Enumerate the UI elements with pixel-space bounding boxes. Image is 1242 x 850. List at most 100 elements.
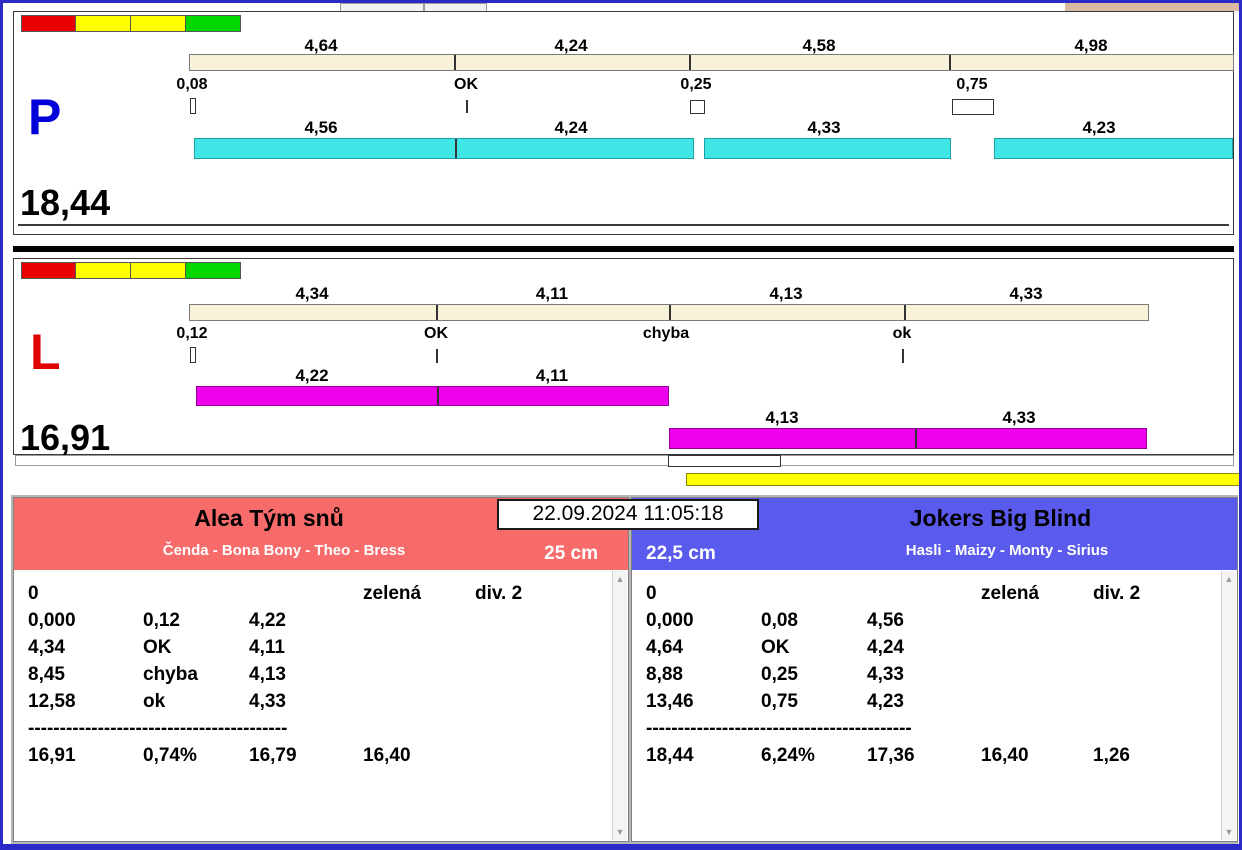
p-change-marker-label: OK — [454, 76, 478, 93]
result-row: 8,45 chyba 4,13 — [28, 664, 610, 691]
result-cell: div. 2 — [475, 583, 523, 604]
result-cell: 17,36 — [867, 745, 915, 766]
result-total-row: 18,44 6,24% 17,36 16,40 1,26 — [646, 745, 1219, 772]
result-cell — [1093, 610, 1219, 637]
result-cell: 4,22 — [249, 610, 286, 631]
p-early-change-box — [690, 100, 705, 114]
p-dog-run-bar — [194, 138, 694, 159]
l-split-time-label: 4,11 — [535, 284, 569, 303]
segment-divider — [436, 305, 438, 320]
result-row: 0 zelená div. 2 — [28, 583, 610, 610]
lane-l-total-time: 16,91 — [20, 417, 111, 458]
result-cell — [475, 610, 610, 637]
segment-divider — [904, 305, 906, 320]
result-cell: 16,40 — [981, 745, 1029, 766]
segment-divider — [454, 55, 456, 70]
p-start-tick — [190, 98, 196, 114]
result-row: 0,000 0,12 4,22 — [28, 610, 610, 637]
result-cell — [761, 583, 867, 610]
l-ok-tick — [902, 349, 904, 363]
result-cell: 0,74% — [143, 745, 197, 766]
scroll-down-icon[interactable]: ▼ — [1222, 827, 1236, 837]
background-desktop-sliver — [1065, 3, 1239, 11]
result-cell: 4,23 — [867, 691, 904, 712]
l-split-time-label: 4,33 — [1009, 284, 1043, 303]
p-change-marker-label: 0,08 — [176, 76, 208, 93]
lane-p-label: P — [28, 89, 62, 145]
p-split-time-label: 4,58 — [802, 36, 836, 55]
team-left-panel: Alea Tým snů Čenda - Bona Bony - Theo - … — [13, 497, 629, 842]
result-cell: zelená — [981, 583, 1040, 604]
l-change-marker-label: OK — [424, 325, 448, 342]
timeline-strip — [15, 455, 1234, 466]
result-cell — [981, 691, 1093, 718]
segment-divider — [949, 55, 951, 70]
p-change-marker-label: 0,75 — [956, 76, 988, 93]
l-dog-time-label: 4,22 — [295, 366, 329, 385]
team-left-name: Alea Tým snů — [194, 505, 344, 531]
l-dog-run-bar — [196, 386, 669, 406]
result-cell — [1093, 691, 1219, 718]
team-left-results: 0 zelená div. 2 0,000 0,12 4,22 4,34 OK … — [14, 570, 628, 841]
flyball-timer-window: P 4,64 4,24 4,58 4,98 0,08 OK 0,25 0,75 … — [0, 0, 1242, 850]
result-cell — [475, 745, 610, 772]
light-green-icon — [186, 262, 241, 279]
result-cell: 0,12 — [143, 610, 180, 631]
result-cell — [1093, 664, 1219, 691]
p-split-time-label: 4,64 — [304, 36, 338, 55]
result-cell: 0 — [646, 583, 657, 604]
p-change-marker-label: 0,25 — [680, 76, 712, 93]
team-left-members: Čenda - Bona Bony - Theo - Bress — [162, 542, 406, 559]
result-cell: 1,26 — [1093, 745, 1130, 766]
p-dog-time-label: 4,23 — [1082, 118, 1116, 137]
lane-l-panel: L 4,34 4,11 4,13 4,33 0,12 OK chyba ok 4… — [13, 258, 1234, 458]
l-change-marker-label: chyba — [642, 325, 690, 342]
team-right-results: 0 zelená div. 2 0,000 0,08 4,56 4,64 OK … — [632, 570, 1237, 841]
result-cell: chyba — [143, 664, 198, 685]
result-cell — [249, 583, 363, 610]
l-dog-time-label: 4,11 — [535, 366, 569, 385]
results-separator: ----------------------------------------… — [28, 718, 288, 739]
result-cell: 6,24% — [761, 745, 815, 766]
result-cell: 4,13 — [249, 664, 286, 685]
result-cell: 0 — [28, 583, 39, 604]
lane-p-start-lights — [21, 15, 241, 32]
p-dog-time-label: 4,24 — [554, 118, 588, 137]
result-cell — [981, 637, 1093, 664]
p-dog-time-label: 4,56 — [304, 118, 338, 137]
scroll-up-icon[interactable]: ▲ — [1222, 574, 1236, 584]
light-yellow-icon — [131, 262, 186, 279]
lane-l-start-lights — [21, 262, 241, 279]
light-green-icon — [186, 15, 241, 32]
team-right-members: Hasli - Maizy - Monty - Sirius — [905, 542, 1109, 559]
scroll-up-icon[interactable]: ▲ — [613, 574, 627, 584]
result-cell — [981, 664, 1093, 691]
result-cell — [143, 583, 249, 610]
l-change-marker-label: ok — [892, 325, 912, 342]
result-cell — [363, 691, 475, 718]
lane-p-rule — [18, 224, 1229, 226]
result-cell: 4,34 — [28, 637, 65, 658]
result-row: 4,34 OK 4,11 — [28, 637, 610, 664]
team-left-scrollbar[interactable]: ▲ ▼ — [612, 571, 627, 840]
result-row: 8,88 0,25 4,33 — [646, 664, 1219, 691]
l-split-time-label: 4,13 — [769, 284, 803, 303]
result-cell — [475, 691, 610, 718]
result-cell — [363, 637, 475, 664]
scroll-down-icon[interactable]: ▼ — [613, 827, 627, 837]
result-row: 4,64 OK 4,24 — [646, 637, 1219, 664]
light-yellow-icon — [131, 15, 186, 32]
timeline-segment-outline — [668, 455, 781, 467]
results-separator: ----------------------------------------… — [646, 718, 912, 739]
caution-bar — [686, 473, 1239, 486]
team-right-scrollbar[interactable]: ▲ ▼ — [1221, 571, 1236, 840]
segment-divider — [915, 429, 917, 448]
segment-divider — [689, 55, 691, 70]
result-cell: 4,64 — [646, 637, 683, 658]
result-cell: 16,79 — [249, 745, 297, 766]
result-cell — [1093, 637, 1219, 664]
l-dog-time-label: 4,33 — [1002, 408, 1036, 427]
result-cell: OK — [761, 637, 790, 658]
result-cell: OK — [143, 637, 172, 658]
l-ok-tick — [436, 349, 438, 363]
